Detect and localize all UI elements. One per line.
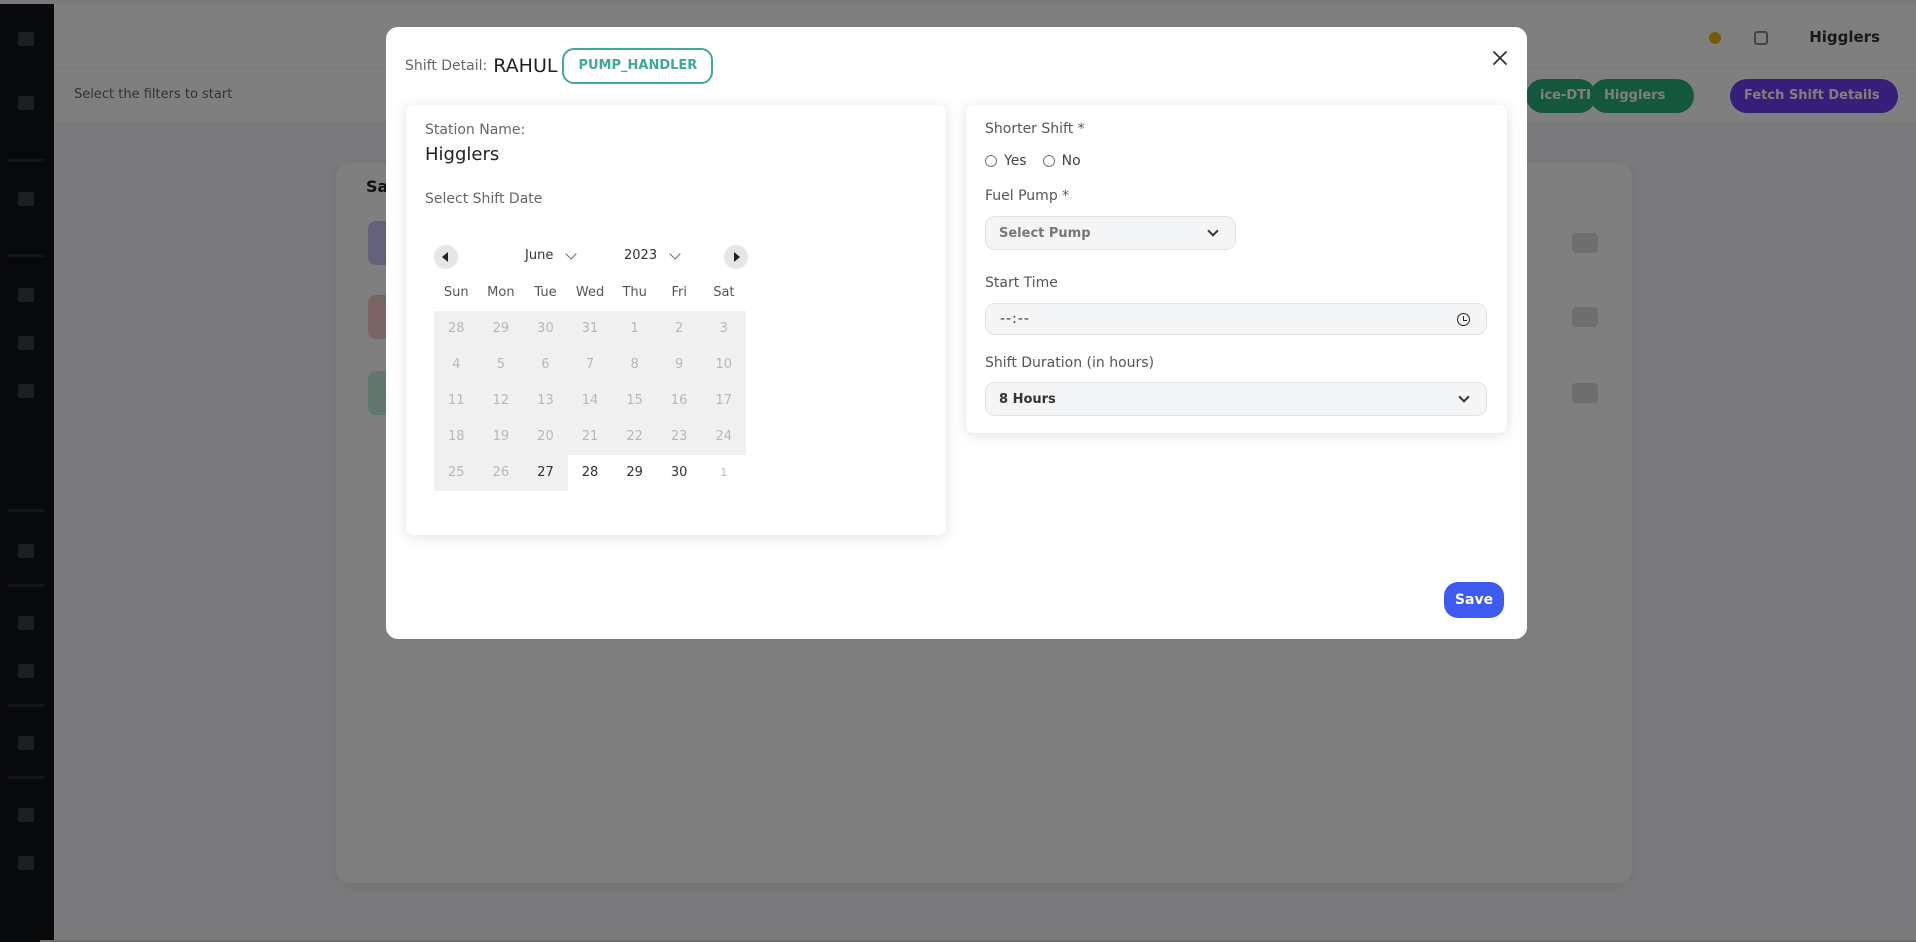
calendar-week: 18 19 20 21 22 23 24 xyxy=(434,419,747,455)
calendar-day: 7 xyxy=(567,347,613,383)
shift-form-panel: Shorter Shift * Yes No Fuel Pump * Selec… xyxy=(966,105,1507,433)
month-value: June xyxy=(525,248,554,263)
save-button[interactable]: Save xyxy=(1444,582,1504,618)
arrow-left-icon xyxy=(442,252,448,262)
arrow-right-icon xyxy=(734,252,740,262)
weekday-label: Sun xyxy=(443,285,469,300)
shift-duration-value: 8 Hours xyxy=(999,392,1056,407)
chevron-down-icon xyxy=(1458,391,1470,403)
fuel-pump-label: Fuel Pump * xyxy=(985,188,1070,204)
role-badge: PUMP_HANDLER xyxy=(562,48,714,84)
calendar-day: 26 xyxy=(478,455,524,491)
fuel-pump-placeholder: Select Pump xyxy=(999,226,1091,241)
weekday-label: Thu xyxy=(622,285,647,300)
station-date-panel: Station Name: Higglers Select Shift Date… xyxy=(406,105,946,535)
calendar-day: 17 xyxy=(701,383,747,419)
station-name-label: Station Name: xyxy=(425,122,526,138)
radio-label-yes[interactable]: Yes xyxy=(1004,153,1027,169)
calendar-day: 1 xyxy=(720,466,728,479)
fuel-pump-select[interactable]: Select Pump xyxy=(985,216,1236,250)
shorter-shift-options: Yes No xyxy=(985,153,1097,169)
station-name: Higglers xyxy=(425,144,500,165)
selected-day-label: 27 xyxy=(537,465,554,480)
previous-month-button[interactable] xyxy=(434,245,458,269)
chevron-down-icon xyxy=(1207,225,1219,237)
calendar-day-selected[interactable]: 27 xyxy=(523,455,568,491)
shift-detail-modal: Shift Detail: RAHUL PUMP_HANDLER Station… xyxy=(386,27,1527,639)
calendar-day: 31 xyxy=(567,311,613,347)
chevron-down-icon xyxy=(565,247,577,260)
calendar-week: 28 29 30 31 1 2 3 xyxy=(434,311,747,347)
calendar-day: 4 xyxy=(434,347,479,383)
calendar-day: 20 xyxy=(523,419,568,455)
calendar-day: 6 xyxy=(523,347,568,383)
chevron-down-icon xyxy=(669,247,681,260)
calendar-week: 11 12 13 14 15 16 17 xyxy=(434,383,747,419)
calendar-day: 25 xyxy=(434,455,479,491)
year-value: 2023 xyxy=(624,248,658,263)
calendar-day: 22 xyxy=(612,419,657,455)
calendar-day: 9 xyxy=(656,347,702,383)
close-icon[interactable] xyxy=(1489,47,1511,69)
shift-duration-select[interactable]: 8 Hours xyxy=(985,382,1487,416)
calendar-day: 16 xyxy=(656,383,702,419)
calendar-day: 30 xyxy=(523,311,568,347)
calendar-day: 15 xyxy=(612,383,657,419)
select-shift-date-label: Select Shift Date xyxy=(425,191,543,207)
next-month-button[interactable] xyxy=(724,245,748,269)
calendar-day: 3 xyxy=(701,311,747,347)
start-time-input[interactable]: --:-- xyxy=(985,303,1487,335)
radio-label-no[interactable]: No xyxy=(1062,153,1081,169)
weekday-label: Tue xyxy=(534,285,557,300)
calendar-day: 13 xyxy=(523,383,568,419)
calendar-day: 11 xyxy=(434,383,479,419)
calendar-day: 28 xyxy=(434,311,479,347)
start-time-value: --:-- xyxy=(1000,311,1030,327)
shorter-shift-no-radio[interactable] xyxy=(1042,155,1055,167)
shift-duration-label: Shift Duration (in hours) xyxy=(985,355,1155,371)
calendar-week: 4 5 6 7 8 9 10 xyxy=(434,347,747,383)
calendar-grid: 28 29 30 31 1 2 3 4 5 6 7 8 9 10 11 12 1… xyxy=(434,311,747,491)
weekday-label: Wed xyxy=(575,285,605,300)
calendar-day[interactable]: 28 xyxy=(568,455,613,491)
weekday-header: Sun Mon Tue Wed Thu Fri Sat xyxy=(434,285,754,300)
calendar-day: 29 xyxy=(478,311,524,347)
calendar-day: 12 xyxy=(478,383,524,419)
shorter-shift-label: Shorter Shift * xyxy=(985,121,1085,137)
calendar-day: 23 xyxy=(656,419,702,455)
weekday-label: Fri xyxy=(671,285,688,300)
calendar-day: 19 xyxy=(478,419,524,455)
calendar-week: 25 26 27 28 29 30 1 xyxy=(434,455,746,491)
calendar-day: 10 xyxy=(701,347,747,383)
calendar-day[interactable]: 29 xyxy=(612,455,657,491)
employee-name: RAHUL xyxy=(493,55,558,77)
calendar-day: 1 xyxy=(612,311,657,347)
calendar-day: 14 xyxy=(567,383,613,419)
clock-icon[interactable] xyxy=(1457,313,1470,326)
month-select[interactable]: June xyxy=(525,247,577,263)
year-select[interactable]: 2023 xyxy=(624,247,681,263)
calendar-day: 8 xyxy=(612,347,657,383)
modal-header: Shift Detail: RAHUL PUMP_HANDLER xyxy=(405,44,714,88)
weekday-label: Mon xyxy=(487,285,515,300)
calendar-day: 18 xyxy=(434,419,479,455)
calendar-day[interactable]: 30 xyxy=(657,455,702,491)
calendar-day: 24 xyxy=(701,419,747,455)
shift-detail-label: Shift Detail: xyxy=(405,58,488,74)
calendar-day: 2 xyxy=(656,311,702,347)
weekday-label: Sat xyxy=(713,285,735,300)
shorter-shift-yes-radio[interactable] xyxy=(985,155,997,167)
calendar-day: 21 xyxy=(567,419,613,455)
calendar-day: 5 xyxy=(478,347,524,383)
selected-day-marker: 27 xyxy=(523,455,568,491)
start-time-label: Start Time xyxy=(985,275,1058,291)
